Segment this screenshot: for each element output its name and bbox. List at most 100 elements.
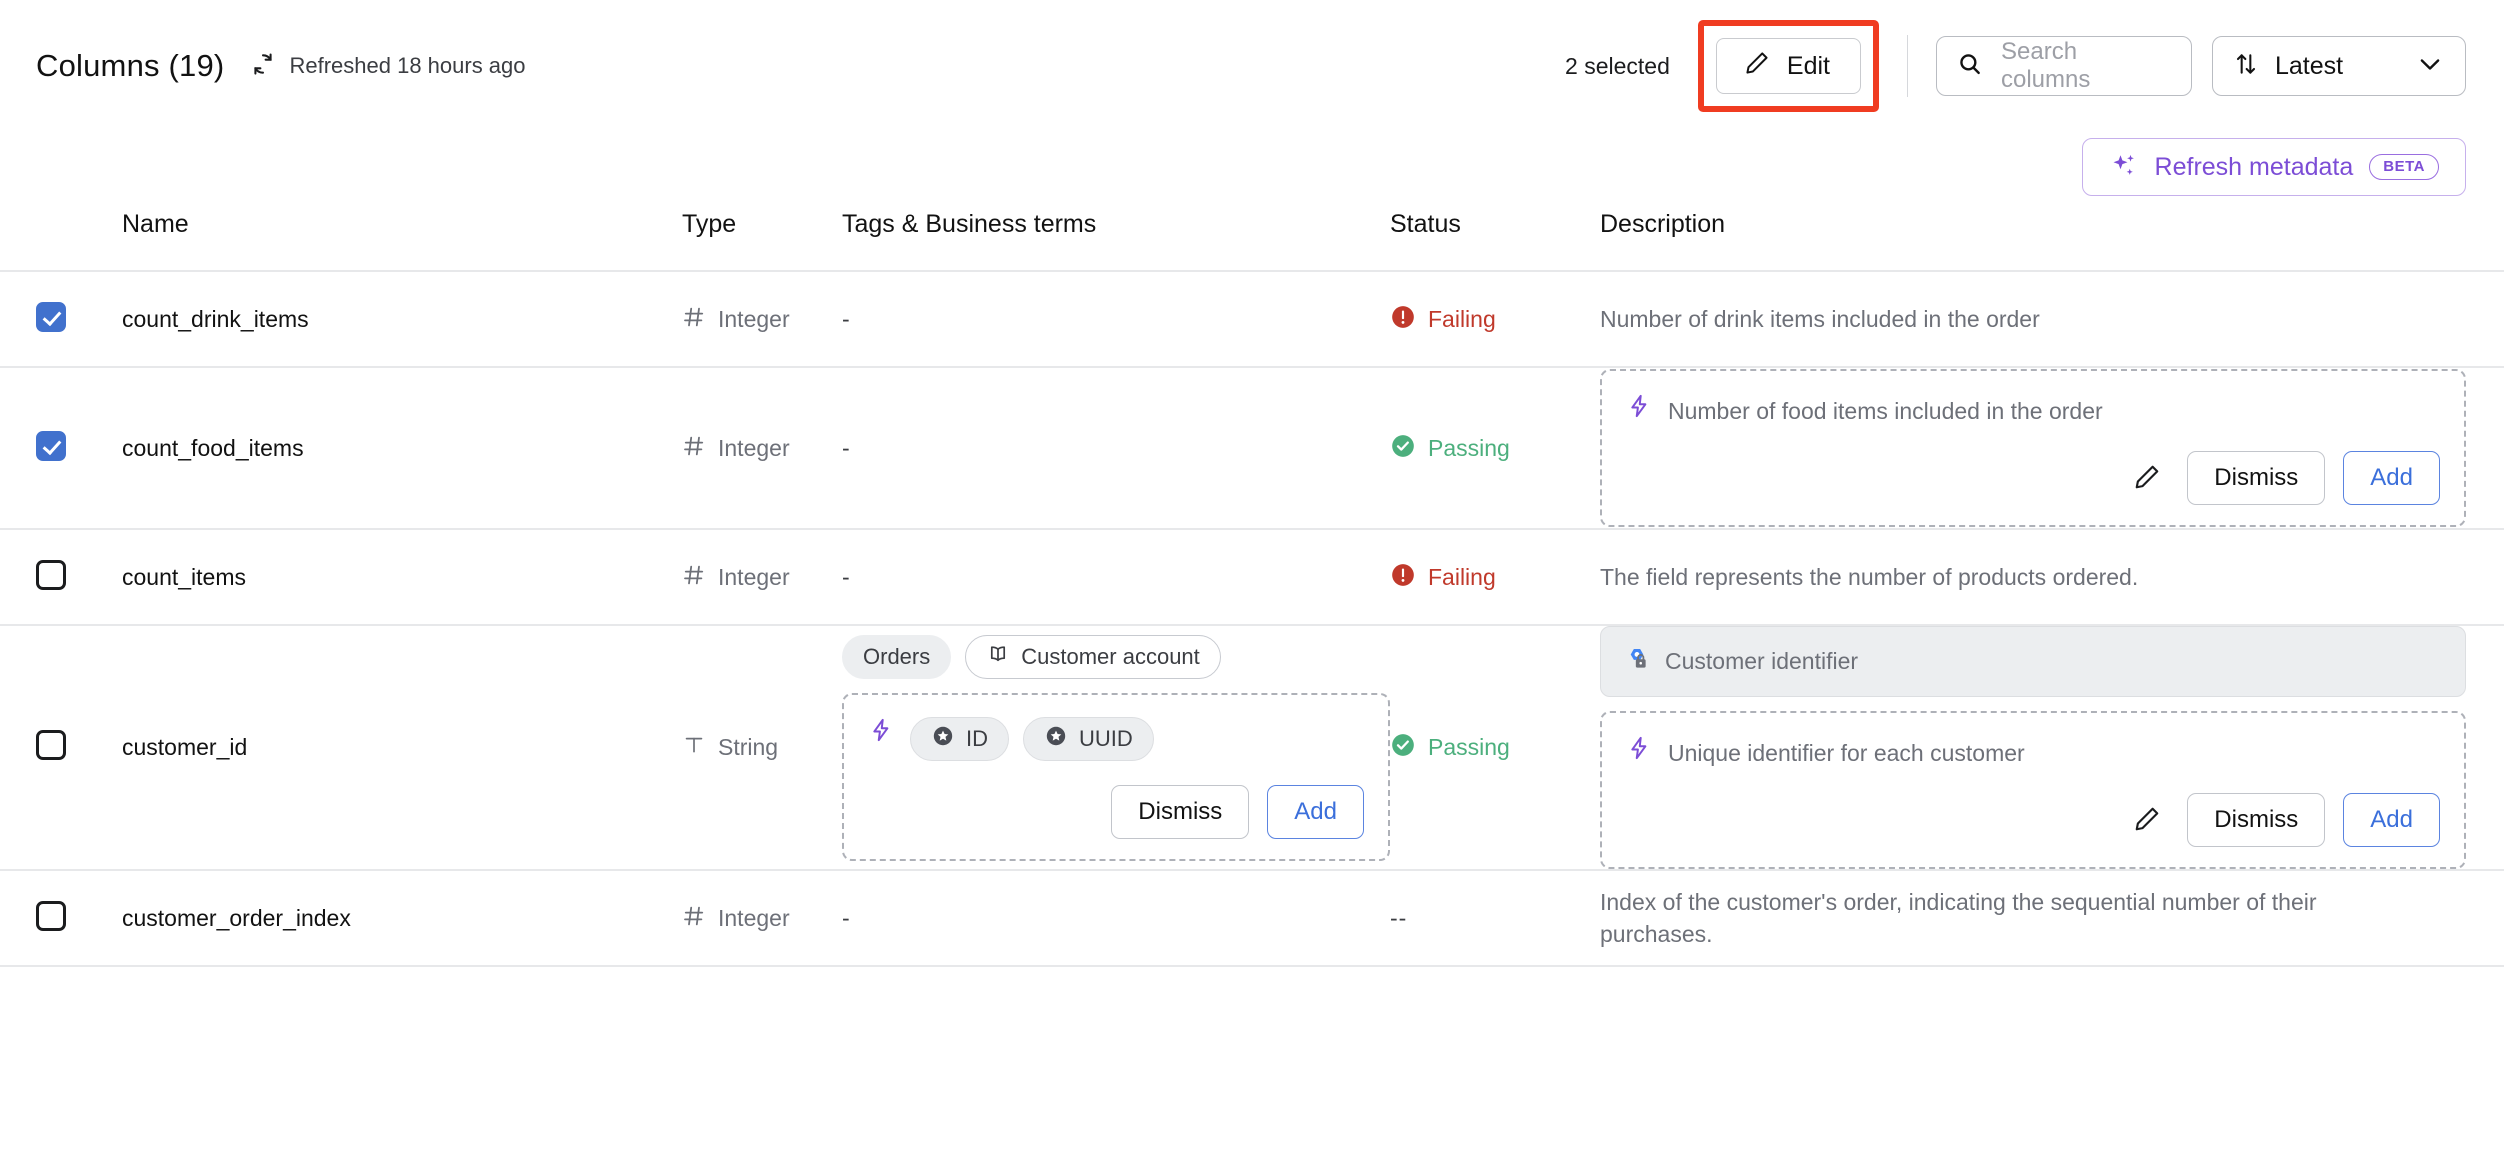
dlp-info-box: Customer identifier bbox=[1600, 626, 2466, 697]
column-name: count_items bbox=[122, 563, 247, 590]
row-checkbox[interactable] bbox=[36, 730, 66, 761]
column-name: customer_id bbox=[122, 734, 248, 761]
table-row: count_items Integer - Failing The field … bbox=[0, 530, 2504, 626]
table-header-row: Name Type Tags & Business terms Status D… bbox=[0, 210, 2504, 272]
refresh-metadata-button[interactable]: Refresh metadata BETA bbox=[2081, 138, 2466, 196]
column-tags: - bbox=[842, 434, 850, 461]
column-name: count_food_items bbox=[122, 434, 304, 461]
refreshed-text: Refreshed 18 hours ago bbox=[289, 53, 526, 78]
column-type: String bbox=[682, 733, 842, 762]
lightning-bolt-icon bbox=[1626, 393, 1652, 424]
status-label: Passing bbox=[1428, 434, 1510, 461]
cloud-dlp-lock-icon bbox=[1623, 645, 1651, 678]
column-type-label: Integer bbox=[718, 434, 790, 461]
refresh-metadata-label: Refresh metadata bbox=[2154, 152, 2354, 181]
dismiss-button[interactable]: Dismiss bbox=[1111, 784, 1250, 839]
edit-button-label: Edit bbox=[1786, 51, 1830, 80]
suggested-tag-chip-uuid[interactable]: UUID bbox=[1023, 716, 1154, 761]
column-status: -- bbox=[1390, 905, 1600, 932]
edit-suggestion-button[interactable] bbox=[2125, 798, 2169, 842]
column-description: Index of the customer's order, indicatin… bbox=[1600, 888, 2317, 948]
pencil-icon bbox=[2132, 804, 2162, 837]
sparkles-icon bbox=[2109, 151, 2139, 184]
row-checkbox-cell bbox=[36, 900, 122, 936]
table-row: customer_id String Orders Customer accou… bbox=[0, 626, 2504, 872]
toolbar-right: 2 selected Edit Search columns Latest bbox=[1565, 20, 2466, 112]
toolbar: Columns (19) Refreshed 18 hours ago 2 se… bbox=[0, 0, 2504, 196]
column-name: customer_order_index bbox=[122, 904, 351, 931]
column-header-status: Status bbox=[1390, 210, 1461, 238]
dismiss-button[interactable]: Dismiss bbox=[2187, 451, 2326, 506]
add-button[interactable]: Add bbox=[1267, 784, 1364, 839]
search-icon bbox=[1957, 51, 1983, 82]
edit-button[interactable]: Edit bbox=[1715, 38, 1861, 94]
row-checkbox[interactable] bbox=[36, 301, 66, 332]
status-label: Failing bbox=[1428, 563, 1496, 590]
refreshed-status: Refreshed 18 hours ago bbox=[250, 51, 526, 82]
row-checkbox-cell bbox=[36, 559, 122, 595]
refresh-metadata-row: Refresh metadata BETA bbox=[2081, 138, 2466, 196]
edit-suggestion-button[interactable] bbox=[2125, 456, 2169, 500]
column-type-label: Integer bbox=[718, 305, 790, 332]
column-description: Number of food items included in the ord… bbox=[1600, 368, 2466, 528]
chevron-down-icon bbox=[2415, 49, 2445, 84]
check-circle-icon bbox=[1390, 732, 1416, 763]
hash-icon bbox=[682, 305, 706, 334]
description-suggestion-text: Unique identifier for each customer bbox=[1668, 740, 2025, 766]
selected-count: 2 selected bbox=[1565, 52, 1670, 79]
column-type: Integer bbox=[682, 563, 842, 592]
column-description: The field represents the number of produ… bbox=[1600, 563, 2139, 590]
add-button[interactable]: Add bbox=[2343, 793, 2440, 848]
column-tags: Orders Customer account ID UUID Dismiss … bbox=[842, 634, 1390, 861]
column-header-tags: Tags & Business terms bbox=[842, 210, 1097, 238]
column-type-label: String bbox=[718, 734, 779, 761]
tag-chip-customer-account[interactable]: Customer account bbox=[965, 634, 1221, 679]
status-label: -- bbox=[1390, 904, 1408, 931]
column-name: count_drink_items bbox=[122, 305, 309, 332]
beta-badge: BETA bbox=[2369, 154, 2439, 180]
tag-chip-orders[interactable]: Orders bbox=[842, 634, 952, 679]
toolbar-left: Columns (19) Refreshed 18 hours ago bbox=[36, 48, 526, 84]
column-description: Number of drink items included in the or… bbox=[1600, 305, 2040, 332]
search-input-wrapper[interactable]: Search columns bbox=[1936, 36, 2192, 96]
row-checkbox[interactable] bbox=[36, 900, 66, 931]
add-button[interactable]: Add bbox=[2343, 451, 2440, 506]
suggested-tag-label: ID bbox=[966, 725, 988, 751]
tags-suggestion-card: ID UUID Dismiss Add bbox=[842, 692, 1390, 861]
pencil-icon bbox=[1743, 49, 1771, 84]
book-icon bbox=[986, 642, 1010, 672]
column-status: Passing bbox=[1390, 433, 1600, 464]
hash-icon bbox=[682, 434, 706, 463]
column-description: Customer identifier Unique identifier fo… bbox=[1600, 626, 2466, 870]
error-circle-icon bbox=[1390, 562, 1416, 593]
dlp-label: Customer identifier bbox=[1665, 648, 1859, 674]
hash-icon bbox=[682, 904, 706, 933]
sort-dropdown[interactable]: Latest bbox=[2212, 36, 2466, 96]
column-tags: - bbox=[842, 904, 850, 931]
table-row: count_food_items Integer - Passing Numbe… bbox=[0, 368, 2504, 530]
error-circle-icon bbox=[1390, 304, 1416, 335]
row-checkbox[interactable] bbox=[36, 559, 66, 590]
check-circle-icon bbox=[1390, 433, 1416, 464]
column-tags: - bbox=[842, 563, 850, 590]
table-row: count_drink_items Integer - Failing Numb… bbox=[0, 272, 2504, 368]
pencil-icon bbox=[2132, 462, 2162, 495]
column-header-name: Name bbox=[122, 210, 189, 238]
sort-arrows-icon bbox=[2233, 51, 2259, 82]
description-suggestion-text: Number of food items included in the ord… bbox=[1668, 397, 2103, 424]
column-type: Integer bbox=[682, 305, 842, 334]
columns-table: Name Type Tags & Business terms Status D… bbox=[0, 210, 2504, 968]
column-type-label: Integer bbox=[718, 563, 790, 590]
star-badge-icon bbox=[1044, 724, 1068, 754]
column-header-type: Type bbox=[682, 210, 737, 238]
suggested-tag-chip-id[interactable]: ID bbox=[910, 716, 1009, 761]
search-input-placeholder: Search columns bbox=[2001, 38, 2091, 93]
toolbar-divider bbox=[1907, 35, 1908, 97]
refresh-circular-icon bbox=[250, 51, 276, 82]
hash-icon bbox=[682, 563, 706, 592]
dismiss-button[interactable]: Dismiss bbox=[2187, 793, 2326, 848]
row-checkbox[interactable] bbox=[36, 430, 66, 461]
column-status: Failing bbox=[1390, 304, 1600, 335]
sort-value: Latest bbox=[2275, 51, 2344, 80]
status-label: Failing bbox=[1428, 305, 1496, 332]
